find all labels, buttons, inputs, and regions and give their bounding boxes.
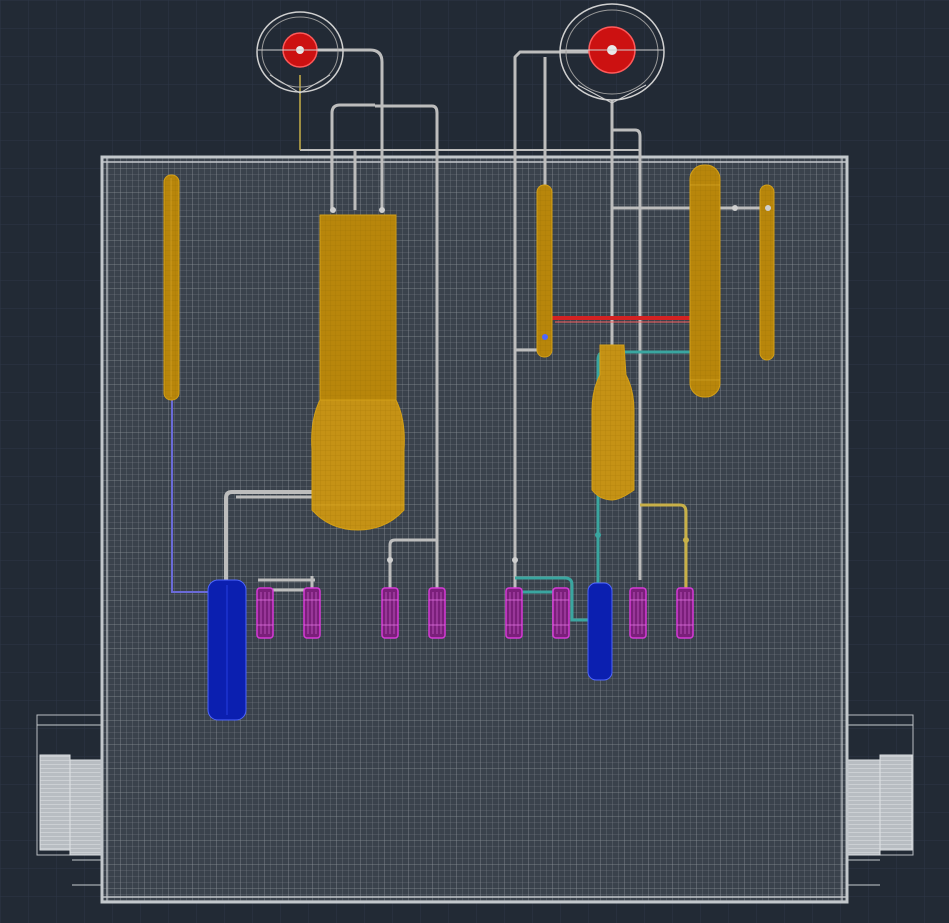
pink-tank <box>428 587 446 639</box>
pink-tank <box>381 587 399 639</box>
pink-tank <box>629 587 647 639</box>
column-far-right <box>759 184 775 361</box>
pink-tank <box>676 587 694 639</box>
pink-tank <box>303 587 321 639</box>
column-left-tall <box>163 174 180 401</box>
cad-drawing-canvas <box>0 0 949 923</box>
column-right-tall <box>689 164 721 398</box>
pink-tank <box>505 587 523 639</box>
blue-receiver-right <box>587 582 613 681</box>
pink-tank <box>552 587 570 639</box>
pink-tank <box>256 587 274 639</box>
column-mid-right <box>536 184 553 358</box>
main-reactor-vessel <box>311 214 405 531</box>
blue-receiver-left <box>207 579 247 721</box>
enclosure-frame <box>100 155 849 904</box>
